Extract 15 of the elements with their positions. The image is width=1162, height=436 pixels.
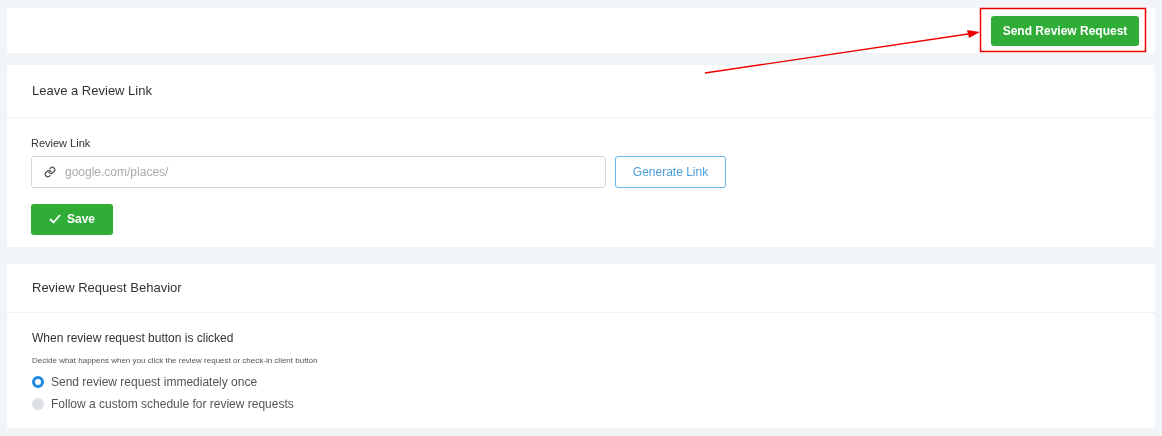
radio-button[interactable] [32,376,44,388]
field-label: Review Link [31,136,92,151]
option-label: Send review request immediately once [51,374,258,391]
card-title: Leave a Review Link [32,82,152,101]
radio-button[interactable] [32,398,44,410]
generate-link-button[interactable]: Generate Link [615,155,726,188]
question-text: When review request button is clicked [32,330,235,347]
link-icon [44,165,56,178]
review-link-field[interactable]: google.com/places/ [31,155,606,188]
send-review-request-button[interactable]: Send Review Request [991,15,1139,46]
option-label: Follow a custom schedule for review requests [51,396,294,413]
save-button[interactable]: Save [31,203,113,235]
hint-text: Decide what happens when you click the review request or check-in client button [32,355,319,367]
card-title: Review Request Behavior [32,279,182,298]
checkmark-icon [49,214,61,224]
